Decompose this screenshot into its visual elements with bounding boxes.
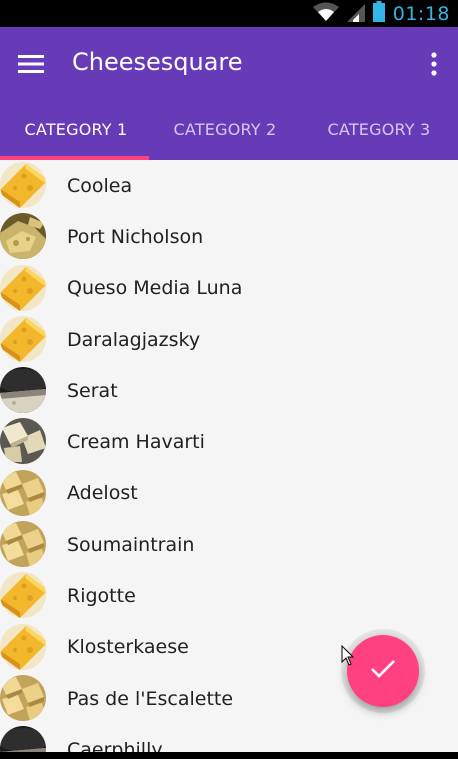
list-item[interactable]: Serat — [0, 365, 458, 416]
cheese-avatar — [0, 162, 46, 208]
list-item[interactable]: Soumaintrain — [0, 519, 458, 570]
signal-icon — [346, 2, 365, 26]
list-item[interactable]: Rigotte — [0, 570, 458, 621]
cheese-avatar — [0, 623, 46, 670]
cheese-name: Pas de l'Escalette — [67, 687, 234, 710]
more-vert-icon[interactable] — [420, 47, 448, 81]
battery-icon — [372, 1, 385, 26]
check-icon — [370, 659, 396, 683]
cheese-name: Port Nicholson — [67, 225, 204, 248]
cheese-avatar — [0, 418, 46, 465]
cheese-avatar — [0, 315, 46, 362]
cheese-avatar — [0, 469, 46, 516]
cheese-avatar — [0, 521, 46, 568]
fab-check-button[interactable] — [347, 635, 419, 707]
cheese-avatar — [0, 674, 46, 721]
cheese-name: Cream Havarti — [67, 431, 205, 454]
app-title: Cheesesquare — [72, 48, 243, 76]
list-item[interactable]: Queso Media Luna — [0, 263, 458, 314]
cheese-name: Klosterkaese — [67, 636, 189, 659]
list-item[interactable]: Adelost — [0, 468, 458, 519]
list-item[interactable]: Port Nicholson — [0, 211, 458, 262]
cheese-avatar — [0, 572, 46, 619]
hamburger-menu-icon[interactable] — [14, 47, 48, 81]
clock: 01:18 — [392, 2, 450, 25]
toolbar: Cheesesquare — [0, 27, 458, 99]
tab-category-3[interactable]: CATEGORY 3 — [303, 99, 455, 160]
screen-bottom-edge — [0, 752, 458, 759]
cheese-avatar — [0, 367, 46, 414]
cheese-name: Coolea — [67, 174, 133, 197]
status-icons: 01:18 — [312, 0, 450, 27]
tab-category-1[interactable]: CATEGORY 1 — [0, 99, 152, 160]
cheese-name: Adelost — [67, 482, 138, 505]
cheese-name: Rigotte — [67, 585, 136, 608]
list-item[interactable]: Cream Havarti — [0, 416, 458, 467]
cheese-name: Soumaintrain — [67, 533, 195, 556]
tab-bar: CATEGORY 1 CATEGORY 2 CATEGORY 3 — [0, 99, 458, 160]
tab-category-2[interactable]: CATEGORY 2 — [149, 99, 301, 160]
list-item[interactable]: Coolea — [0, 160, 458, 211]
mouse-cursor-icon — [341, 644, 355, 671]
cheese-name: Daralagjazsky — [67, 328, 201, 351]
cheese-name: Serat — [67, 379, 118, 402]
app-bar: Cheesesquare CATEGORY 1 CATEGORY 2 CATEG… — [0, 27, 458, 160]
status-bar: 01:18 — [0, 0, 458, 27]
wifi-icon — [312, 2, 339, 26]
cheese-name: Queso Media Luna — [67, 277, 243, 300]
cheese-avatar — [0, 213, 46, 260]
cheese-avatar — [0, 264, 46, 311]
list-item[interactable]: Daralagjazsky — [0, 314, 458, 365]
